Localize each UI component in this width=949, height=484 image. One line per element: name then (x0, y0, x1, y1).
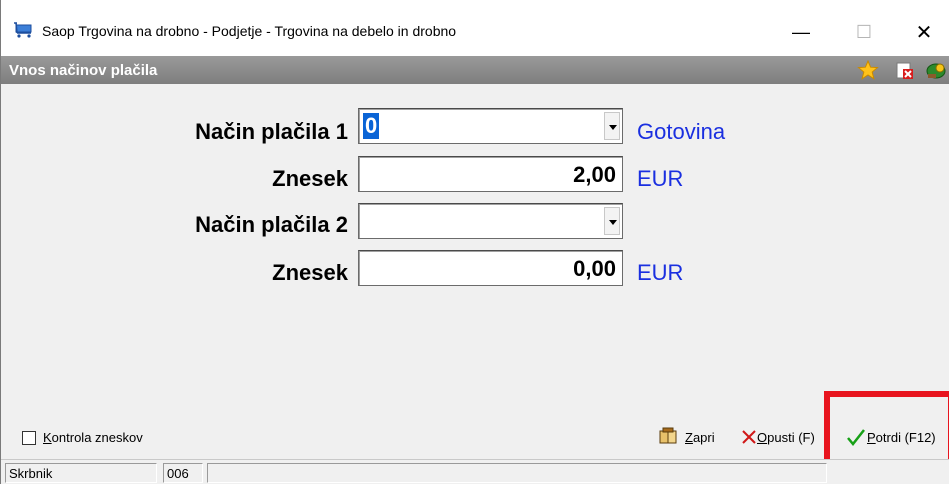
status-user: Skrbnik (5, 463, 157, 483)
status-panel (207, 463, 827, 483)
amount-2-value: 0,00 (573, 256, 616, 281)
amount-1-label: Znesek (272, 166, 348, 191)
amount-1-field[interactable]: 2,00 (358, 156, 623, 192)
status-code: 006 (163, 463, 203, 483)
status-bar: Skrbnik 006 (1, 459, 949, 484)
exit-icon[interactable] (894, 60, 916, 80)
amount-control-label[interactable]: Kontrola zneskov (43, 430, 143, 445)
star-icon[interactable] (857, 59, 879, 80)
minimize-button[interactable]: — (778, 12, 824, 52)
amount-1-value: 2,00 (573, 162, 616, 187)
app-window: Saop Trgovina na drobno - Podjetje - Trg… (0, 0, 949, 484)
title-bar: Saop Trgovina na drobno - Podjetje - Trg… (1, 0, 949, 56)
form-header: Vnos načinov plačila (1, 56, 949, 84)
book-icon[interactable] (658, 427, 678, 447)
payment-method-2-label: Način plačila 2 (195, 212, 348, 237)
payment-method-1-combo[interactable]: 0 (358, 108, 623, 144)
close-button[interactable]: ✕ (901, 12, 947, 52)
amount-2-currency: EUR (637, 260, 684, 285)
close-action-label[interactable]: Zapri (685, 430, 715, 445)
amount-control-checkbox[interactable] (22, 431, 36, 445)
chevron-down-icon[interactable] (604, 207, 620, 235)
amount-2-label: Znesek (272, 260, 348, 285)
payment-method-1-description: Gotovina (637, 119, 726, 144)
payment-method-1-label: Način plačila 1 (195, 119, 348, 144)
cart-icon (14, 22, 34, 38)
help-icon[interactable] (926, 60, 948, 80)
form-title: Vnos načinov plačila (9, 62, 158, 79)
window-title: Saop Trgovina na drobno - Podjetje - Trg… (42, 23, 457, 39)
amount-1-currency: EUR (637, 166, 684, 191)
payment-method-2-combo[interactable] (358, 203, 623, 239)
cancel-action-label[interactable]: Opusti (F) (757, 430, 815, 445)
payment-method-1-value[interactable]: 0 (363, 113, 380, 139)
amount-2-field[interactable]: 0,00 (358, 250, 623, 286)
maximize-button[interactable]: ☐ (841, 12, 887, 52)
chevron-down-icon[interactable] (604, 112, 620, 140)
